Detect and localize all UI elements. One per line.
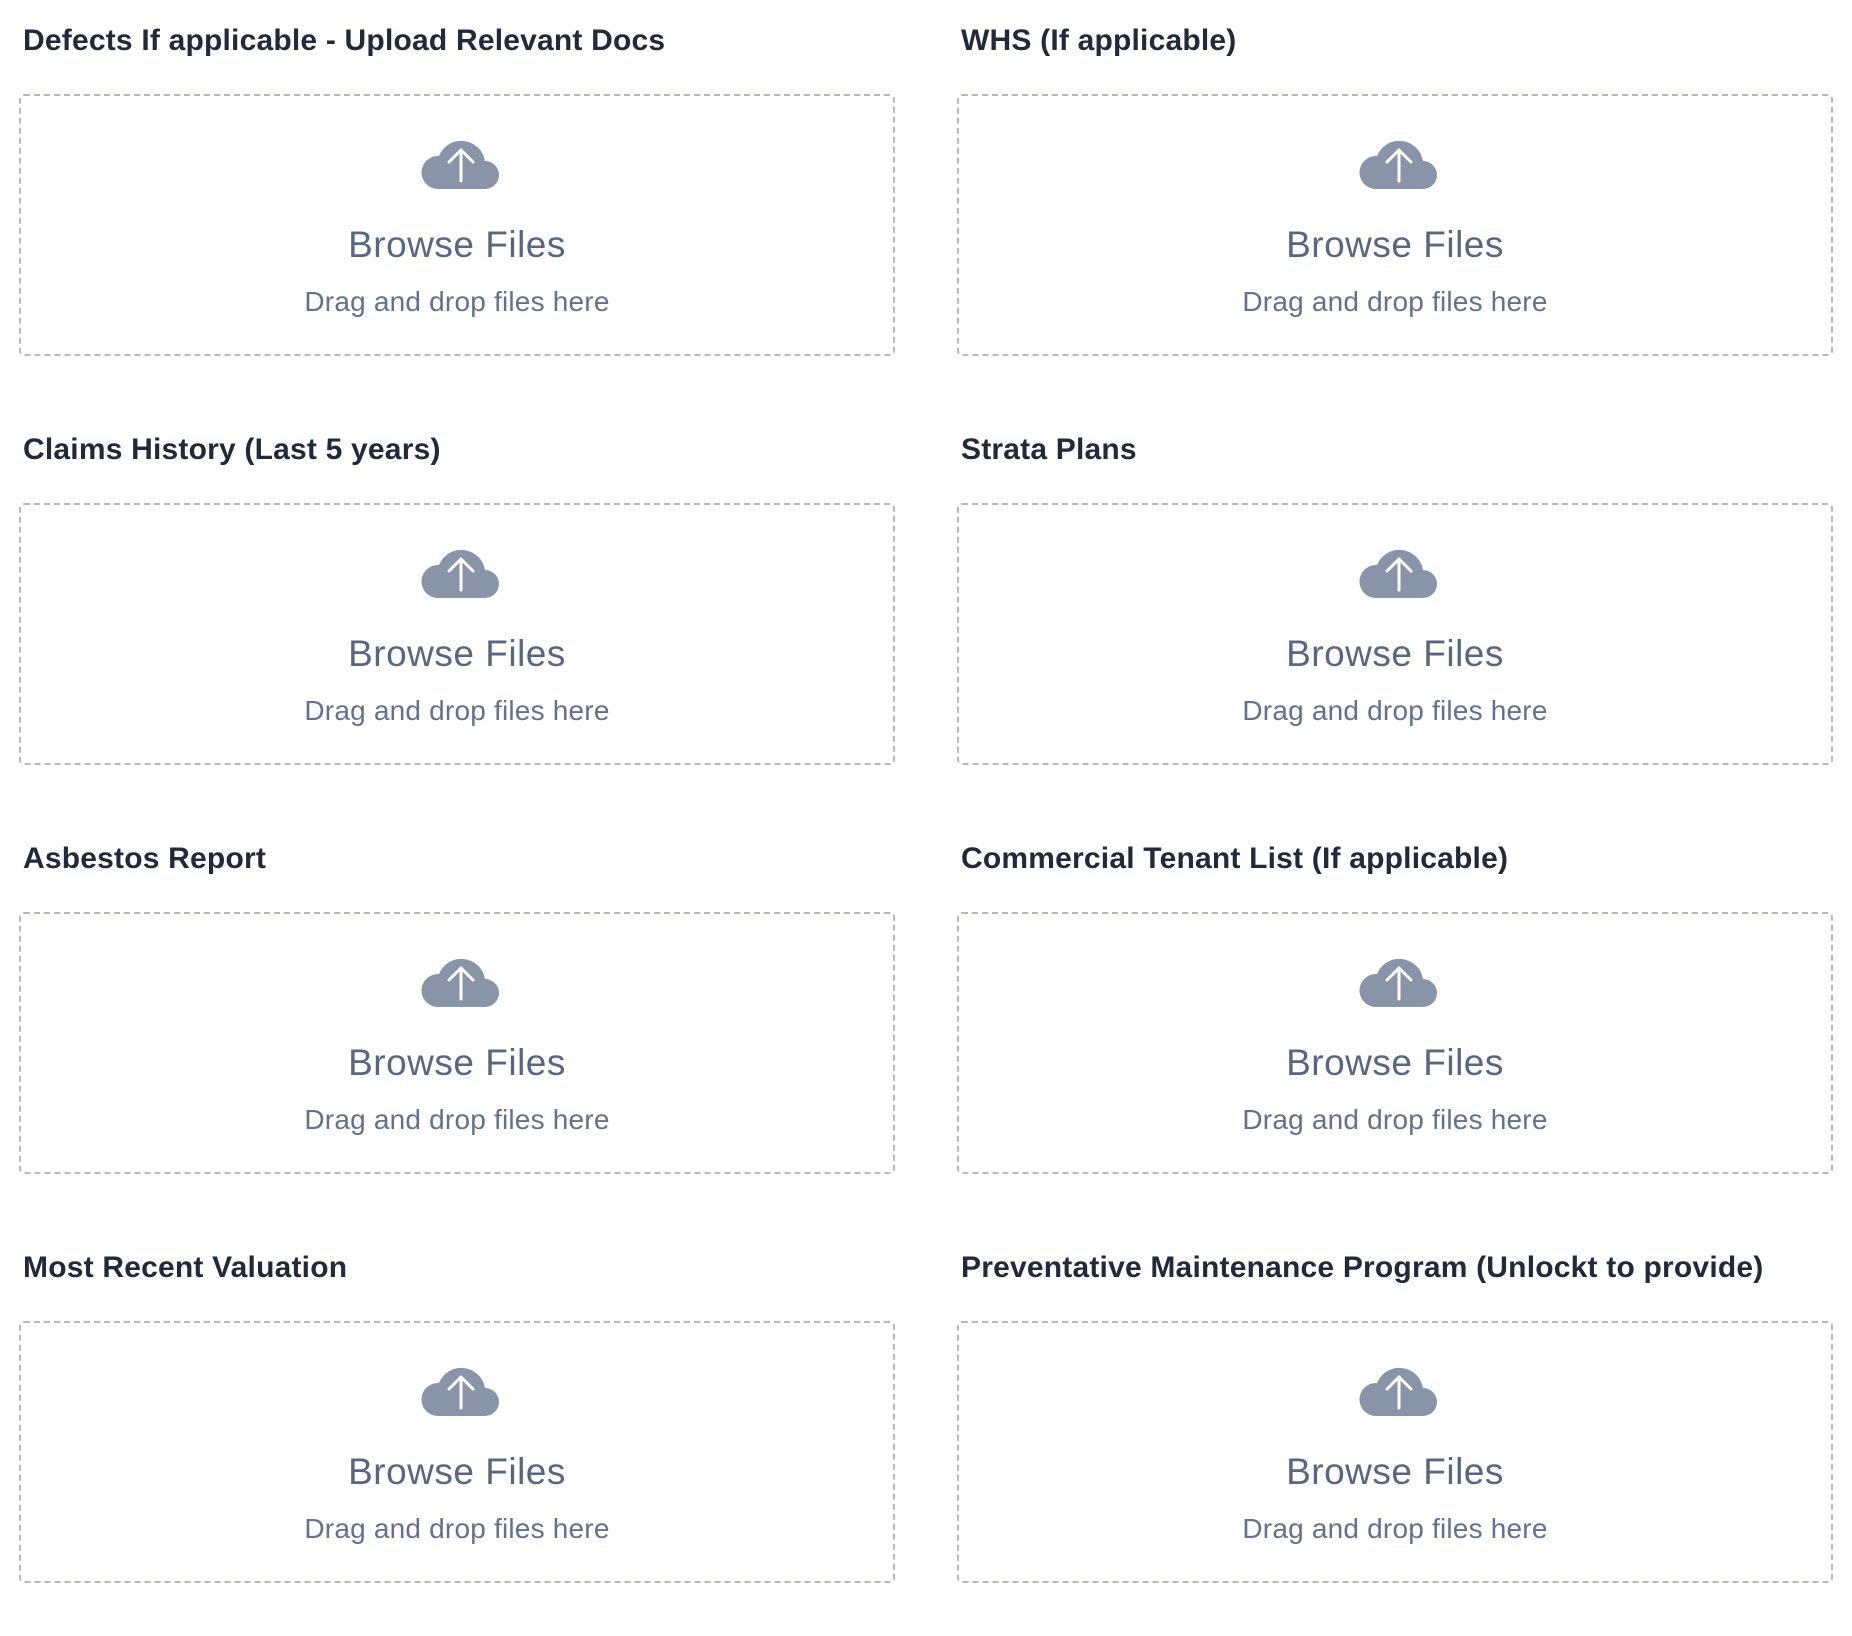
browse-files-button[interactable]: Browse Files (21, 1451, 893, 1493)
dropzone-hint: Drag and drop files here (1242, 1104, 1548, 1135)
dropzone-hint: Drag and drop files here (304, 286, 610, 317)
upload-field-whs: WHS (If applicable) Browse Files Drag an… (957, 0, 1837, 409)
cloud-upload-icon (1359, 134, 1439, 190)
upload-fields-grid: Defects If applicable - Upload Relevant … (19, 0, 1837, 1636)
cloud-upload-icon (1359, 543, 1439, 599)
field-label: Claims History (Last 5 years) (23, 433, 441, 466)
field-label: Strata Plans (961, 433, 1137, 466)
browse-files-button[interactable]: Browse Files (21, 224, 893, 266)
dropzone-hint: Drag and drop files here (1242, 1513, 1548, 1544)
upload-field-asbestos-report: Asbestos Report Browse Files Drag and dr… (19, 818, 899, 1227)
upload-field-most-recent-valuation: Most Recent Valuation Browse Files Drag … (19, 1227, 899, 1636)
field-label: Preventative Maintenance Program (Unlock… (961, 1251, 1764, 1284)
file-dropzone[interactable]: Browse Files Drag and drop files here (957, 503, 1833, 765)
cloud-upload-icon (421, 134, 501, 190)
browse-files-button[interactable]: Browse Files (959, 1042, 1831, 1084)
browse-files-button[interactable]: Browse Files (959, 224, 1831, 266)
file-dropzone[interactable]: Browse Files Drag and drop files here (19, 1321, 895, 1583)
file-dropzone[interactable]: Browse Files Drag and drop files here (19, 94, 895, 356)
upload-field-strata-plans: Strata Plans Browse Files Drag and drop … (957, 409, 1837, 818)
cloud-upload-icon (421, 1361, 501, 1417)
upload-field-claims-history: Claims History (Last 5 years) Browse Fil… (19, 409, 899, 818)
browse-files-button[interactable]: Browse Files (21, 1042, 893, 1084)
file-dropzone[interactable]: Browse Files Drag and drop files here (957, 94, 1833, 356)
dropzone-hint: Drag and drop files here (1242, 695, 1548, 726)
upload-field-commercial-tenant-list: Commercial Tenant List (If applicable) B… (957, 818, 1837, 1227)
browse-files-button[interactable]: Browse Files (959, 633, 1831, 675)
field-label: Most Recent Valuation (23, 1251, 348, 1284)
field-label: Commercial Tenant List (If applicable) (961, 842, 1509, 875)
cloud-upload-icon (1359, 1361, 1439, 1417)
cloud-upload-icon (1359, 952, 1439, 1008)
dropzone-hint: Drag and drop files here (1242, 286, 1548, 317)
dropzone-hint: Drag and drop files here (304, 695, 610, 726)
dropzone-hint: Drag and drop files here (304, 1104, 610, 1135)
field-label: Asbestos Report (23, 842, 267, 875)
browse-files-button[interactable]: Browse Files (959, 1451, 1831, 1493)
file-dropzone[interactable]: Browse Files Drag and drop files here (957, 912, 1833, 1174)
dropzone-hint: Drag and drop files here (304, 1513, 610, 1544)
browse-files-button[interactable]: Browse Files (21, 633, 893, 675)
cloud-upload-icon (421, 543, 501, 599)
file-dropzone[interactable]: Browse Files Drag and drop files here (19, 503, 895, 765)
field-label: WHS (If applicable) (961, 24, 1237, 57)
cloud-upload-icon (421, 952, 501, 1008)
field-label: Defects If applicable - Upload Relevant … (23, 24, 666, 57)
upload-field-defects: Defects If applicable - Upload Relevant … (19, 0, 899, 409)
upload-field-preventative-maintenance: Preventative Maintenance Program (Unlock… (957, 1227, 1837, 1636)
file-dropzone[interactable]: Browse Files Drag and drop files here (19, 912, 895, 1174)
file-dropzone[interactable]: Browse Files Drag and drop files here (957, 1321, 1833, 1583)
